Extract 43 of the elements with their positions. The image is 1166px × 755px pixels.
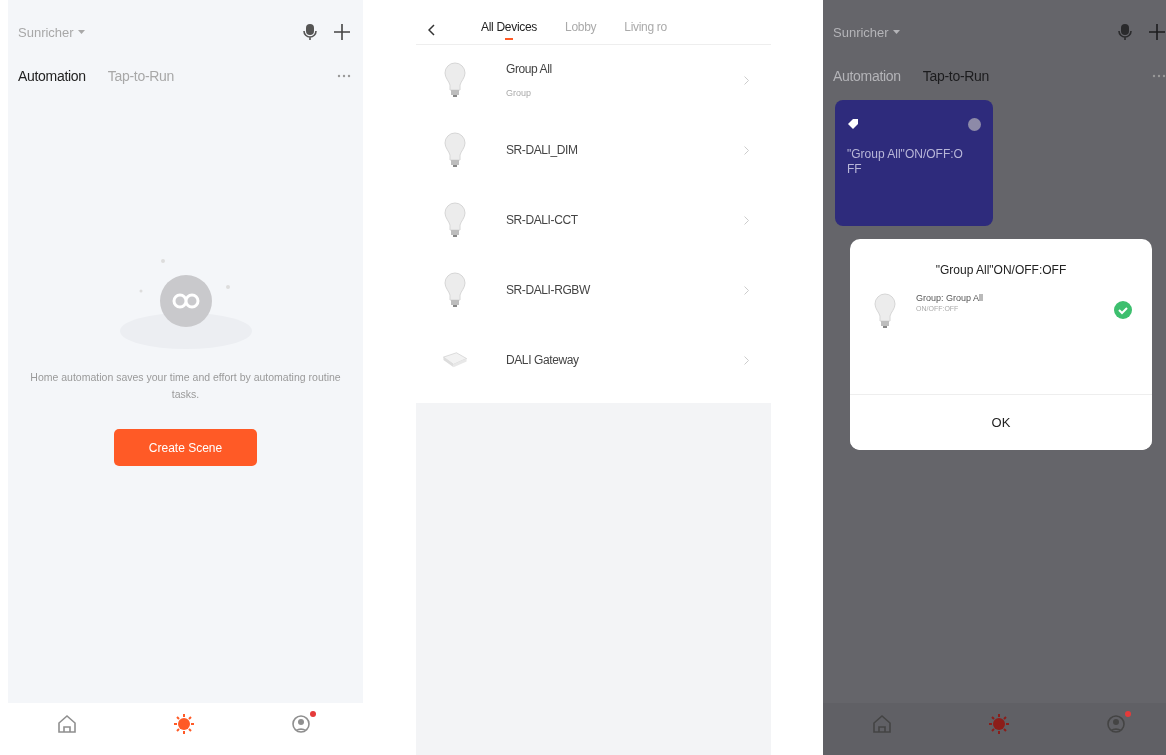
device-type: Group [506, 88, 532, 98]
device-row[interactable]: SR-DALI_DIM [416, 115, 771, 185]
chevron-right-icon [744, 355, 749, 365]
scene-title: "Group All"ON/OFF:OFF [847, 147, 964, 177]
more-icon[interactable] [1152, 74, 1166, 78]
microphone-icon[interactable] [303, 23, 317, 41]
empty-state-description: Home automation saves your time and effort by automating routine tasks. [29, 370, 342, 402]
light-bulb-icon [444, 272, 466, 308]
caret-icon [892, 30, 900, 34]
back-icon[interactable] [428, 24, 435, 36]
device-row[interactable]: Group All Group [416, 45, 771, 115]
sun-icon[interactable] [988, 713, 1011, 735]
sun-icon[interactable] [173, 713, 196, 735]
chevron-right-icon [744, 215, 749, 225]
home-icon[interactable] [870, 713, 893, 735]
light-bulb-icon [444, 132, 466, 168]
device-name: SR-DALI-CCT [506, 213, 579, 227]
device-name: SR-DALI_DIM [506, 143, 579, 157]
ok-button[interactable]: OK [850, 394, 1152, 450]
chevron-right-icon [744, 285, 749, 295]
chevron-right-icon [744, 75, 749, 85]
plus-icon[interactable] [1148, 23, 1166, 41]
device-row[interactable]: SR-DALI-RGBW [416, 255, 771, 325]
dialog-title: "Group All"ON/OFF:OFF [934, 263, 1068, 277]
tag-icon [847, 118, 859, 130]
tab[interactable]: All Devices [481, 20, 538, 40]
light-bulb-icon [444, 62, 466, 98]
tab[interactable]: Automation [18, 68, 86, 84]
device-name: Group: Group All [916, 293, 985, 303]
device-row[interactable]: SR-DALI-CCT [416, 185, 771, 255]
light-bulb-icon [874, 293, 896, 329]
plus-icon[interactable] [333, 23, 351, 41]
device-name: DALI Gateway [506, 353, 580, 367]
more-icon[interactable] [337, 74, 351, 78]
more-circle-icon [968, 118, 981, 131]
home-icon[interactable] [55, 713, 78, 735]
device-name: SR-DALI-RGBW [506, 283, 591, 297]
chevron-right-icon [744, 145, 749, 155]
scene-card[interactable]: "Group All"ON/OFF:OFF [835, 100, 993, 226]
device-name: Group All [506, 62, 553, 76]
caret-icon [77, 30, 85, 34]
light-bulb-icon [444, 202, 466, 238]
device-row[interactable]: DALI Gateway [416, 325, 771, 395]
